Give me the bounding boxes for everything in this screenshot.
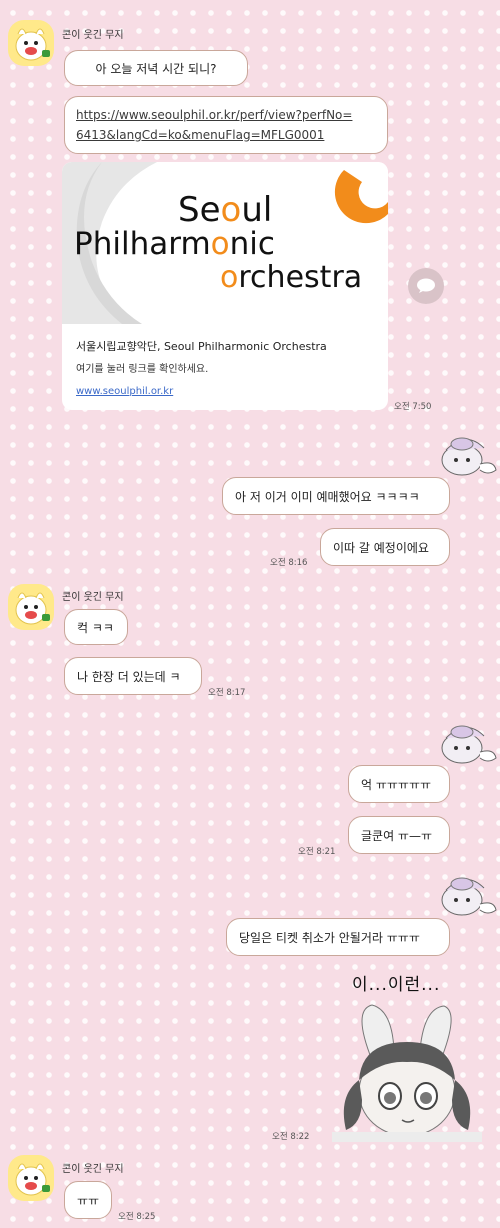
sender-avatar[interactable]: [8, 584, 54, 630]
muzi-avatar-icon: [15, 592, 50, 625]
link-preview-title: 서울시립교향악단, Seoul Philharmonic Orchestra: [76, 340, 327, 353]
message-bubble[interactable]: ㅠㅠ: [64, 1181, 112, 1219]
message-time: 오전 8:21: [298, 847, 336, 857]
kuromi-sticker-icon: [436, 430, 498, 480]
sticker-caption: 이...이런...: [352, 975, 441, 995]
kuromi-sticker-icon: [436, 870, 498, 920]
logo-text-orchestra: orchestra: [220, 260, 363, 295]
sender-name: 콘이 웃긴 무지: [62, 30, 124, 41]
my-message-bubble[interactable]: 당일은 티켓 취소가 안될거라 ㅠㅠㅠ: [226, 918, 450, 956]
share-icon: [417, 278, 435, 293]
message-time: 오전 8:22: [272, 1132, 310, 1142]
sender-name: 콘이 웃긴 무지: [62, 1164, 124, 1175]
muzi-avatar-icon: [15, 1163, 50, 1196]
share-button[interactable]: [408, 268, 444, 304]
sender-avatar[interactable]: [8, 1155, 54, 1201]
link-preview-description: 여기를 눌러 링크를 확인하세요.: [76, 364, 209, 375]
message-time: 오전 8:25: [118, 1212, 156, 1222]
my-message-bubble[interactable]: 글쿤여 ㅠ—ㅠ: [348, 816, 450, 854]
message-time: 오전 7:50: [394, 402, 432, 412]
link-preview-card[interactable]: Seoul Philharmonic orchestra 서울시립교향악단, S…: [62, 162, 388, 410]
link-preview-url[interactable]: www.seoulphil.or.kr: [76, 386, 173, 397]
sender-avatar[interactable]: [8, 20, 54, 66]
message-bubble[interactable]: 나 한장 더 있는데 ㅋ: [64, 657, 202, 695]
muzi-avatar-icon: [15, 28, 50, 61]
my-message-bubble[interactable]: 이따 갈 예정이에요: [320, 528, 450, 566]
my-message-bubble[interactable]: 아 저 이거 이미 예매했어요 ㅋㅋㅋㅋ: [222, 477, 450, 515]
link-text-line2[interactable]: 6413&langCd=ko&menuFlag=MFLG0001: [76, 125, 376, 145]
message-bubble[interactable]: 컥 ㅋㅋ: [64, 609, 128, 645]
message-time: 오전 8:16: [270, 558, 308, 568]
link-message[interactable]: https://www.seoulphil.or.kr/perf/view?pe…: [64, 96, 388, 154]
message-bubble[interactable]: 아 오늘 저녁 시간 되니?: [64, 50, 248, 86]
logo-text-seoul: Seoul: [178, 190, 273, 230]
girl-sticker-icon[interactable]: [332, 1000, 482, 1142]
message-time: 오전 8:17: [208, 688, 246, 698]
link-text-line1[interactable]: https://www.seoulphil.or.kr/perf/view?pe…: [76, 105, 376, 125]
my-message-bubble[interactable]: 억 ㅠㅠㅠㅠㅠ: [348, 765, 450, 803]
sender-name: 콘이 웃긴 무지: [62, 592, 124, 603]
logo-text-philharmonic: Philharmonic: [74, 226, 275, 262]
kuromi-sticker-icon: [436, 718, 498, 768]
link-preview-image: Seoul Philharmonic orchestra: [62, 162, 388, 324]
